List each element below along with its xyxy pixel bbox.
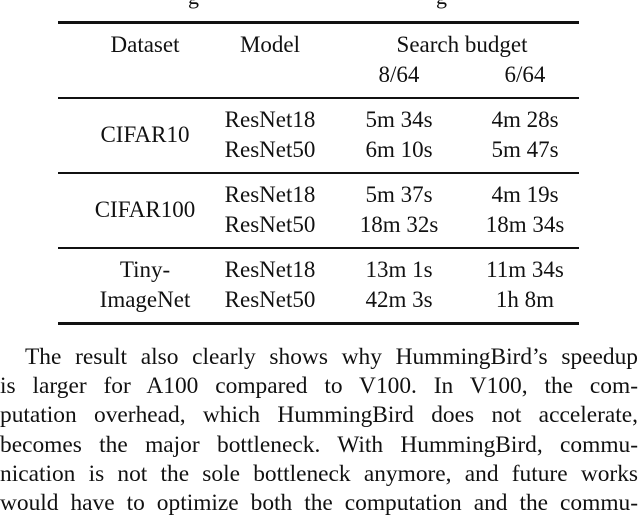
body-paragraph: The result also clearly shows why Hummin… <box>0 343 638 518</box>
model-cell: ResNet50 <box>224 137 316 162</box>
time-cell: 18m 34s <box>485 212 565 237</box>
dataset-cell: Tiny- <box>119 257 171 282</box>
time-cell: 6m 10s <box>365 137 433 162</box>
model-cell: ResNet50 <box>224 287 316 312</box>
time-cell: 5m 37s <box>365 182 433 207</box>
time-cell: 42m 3s <box>365 287 433 312</box>
table-group-cifar100: CIFAR100 ResNet18 5m 37s 4m 19s ResNet50… <box>58 174 579 247</box>
time-cell: 4m 19s <box>491 182 559 207</box>
model-cell: ResNet18 <box>224 182 316 207</box>
caption-glyph: g <box>436 0 447 8</box>
model-cell: ResNet50 <box>224 212 316 237</box>
paragraph-line: would have to optimize both the computat… <box>0 489 638 516</box>
time-cell: 4m 28s <box>491 107 559 132</box>
time-cell: 11m 34s <box>486 257 564 282</box>
time-cell: 5m 34s <box>365 107 433 132</box>
table-group-tiny-imagenet: Tiny- ImageNet ResNet18 13m 1s 11m 34s R… <box>58 249 579 322</box>
dataset-cell: ImageNet <box>99 287 191 312</box>
header-budget-8-64: 8/64 <box>378 62 420 87</box>
table-header: Dataset Model Search budget 8/64 6/64 <box>58 24 579 97</box>
dataset-cell: CIFAR10 <box>100 122 190 147</box>
time-cell: 13m 1s <box>365 257 433 282</box>
paragraph-line: The result also clearly shows why Hummin… <box>25 344 638 370</box>
header-dataset: Dataset <box>110 32 180 57</box>
header-model: Model <box>239 32 301 57</box>
paragraph-line: is larger for A100 compared to V100. In … <box>0 373 638 400</box>
header-budget-6-64: 6/64 <box>504 62 546 87</box>
time-cell: 5m 47s <box>491 137 559 162</box>
paragraph-line: putation overhead, which HummingBird doe… <box>0 402 638 429</box>
paragraph-line: becomes the major bottleneck. With Hummi… <box>0 431 638 458</box>
time-cell: 1h 8m <box>495 287 555 312</box>
caption-glyph: g <box>188 0 199 8</box>
model-cell: ResNet18 <box>224 107 316 132</box>
header-search-budget: Search budget <box>396 32 528 57</box>
bottom-rule <box>58 322 579 325</box>
model-cell: ResNet18 <box>224 257 316 282</box>
table-group-cifar10: CIFAR10 ResNet18 5m 34s 4m 28s ResNet50 … <box>58 99 579 172</box>
paragraph-line: nication is not the sole bottleneck anym… <box>0 460 638 487</box>
results-table: Dataset Model Search budget 8/64 6/64 CI… <box>58 21 579 325</box>
dataset-cell: CIFAR100 <box>94 197 196 222</box>
time-cell: 18m 32s <box>359 212 439 237</box>
